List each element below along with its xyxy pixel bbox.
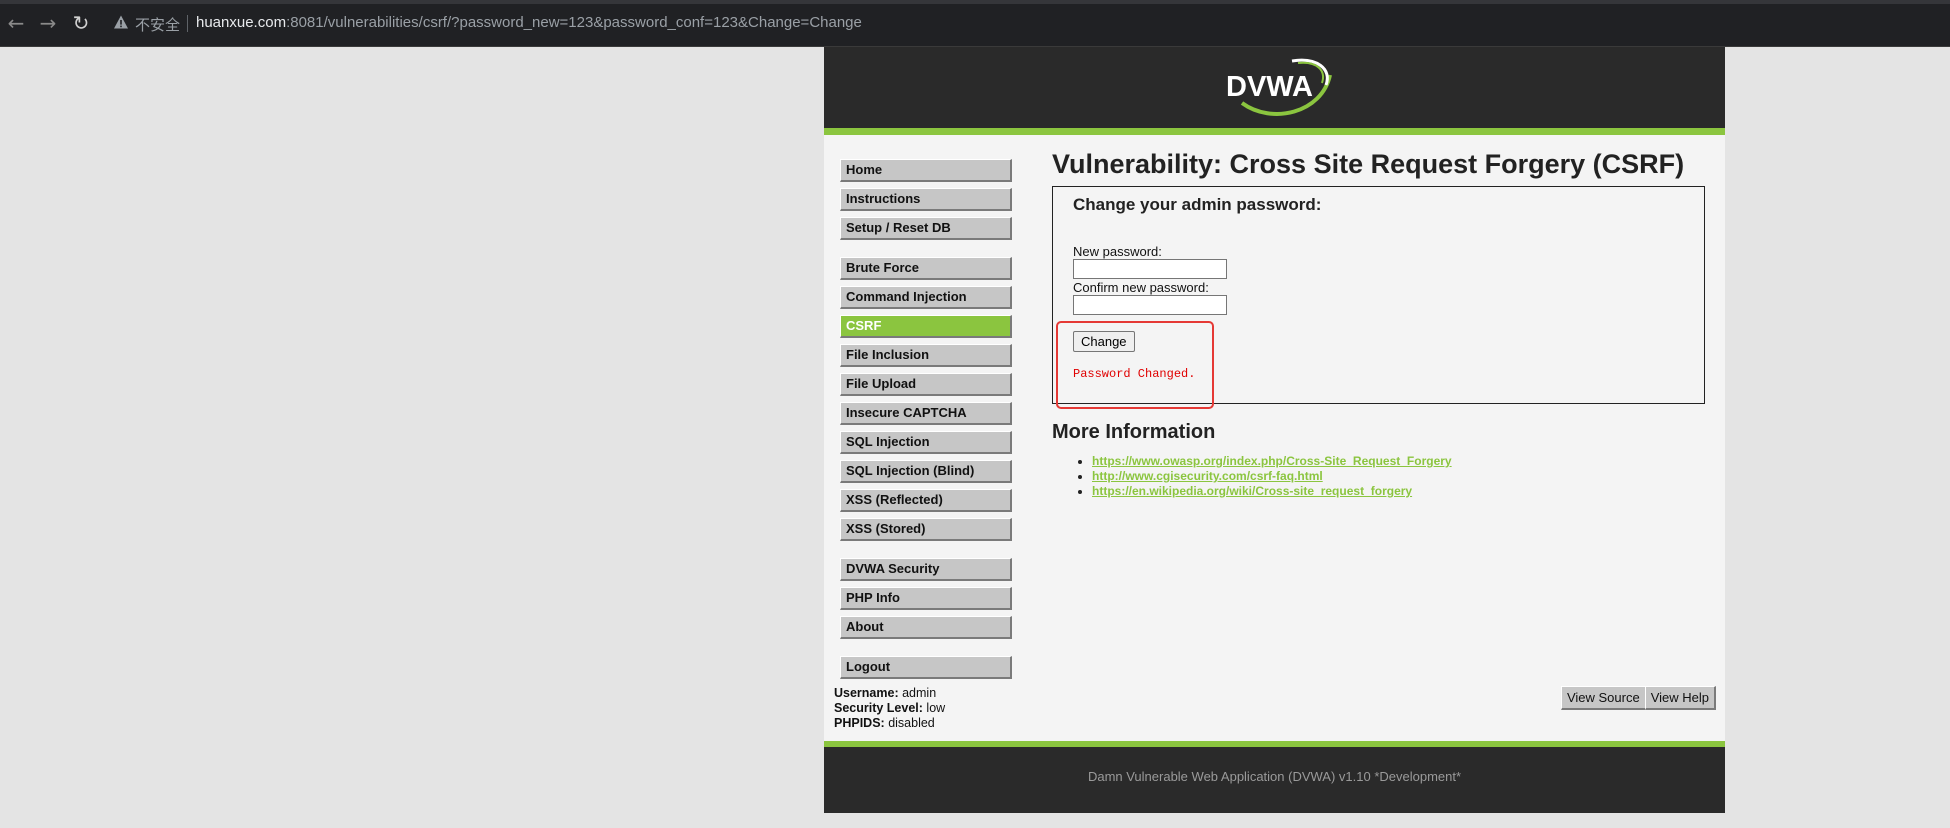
page-header: DVWA [824,47,1725,135]
view-help-button[interactable]: View Help [1644,686,1716,710]
page-footer: Damn Vulnerable Web Application (DVWA) v… [824,741,1725,813]
new-password-input[interactable] [1073,259,1227,279]
menu-item-command-injection[interactable]: Command Injection [840,286,1012,309]
tab-strip-edge [0,0,1950,4]
footer-text: Damn Vulnerable Web Application (DVWA) v… [1087,769,1462,784]
sidebar-menu: Home Instructions Setup / Reset DB Brute… [840,159,1012,696]
user-info: Username: admin Security Level: low PHPI… [834,686,945,731]
confirm-password-input[interactable] [1073,295,1227,315]
menu-item-xss-stored[interactable]: XSS (Stored) [840,518,1012,541]
dvwa-page: DVWA Home Instructions Setup / Reset DB … [824,47,1725,813]
highlight-annotation [1056,321,1214,409]
logo-text: DVWA [1226,71,1313,103]
footer-buttons: View Source View Help [1560,686,1716,710]
form-heading: Change your admin password: [1073,195,1322,214]
menu-group-settings: DVWA Security PHP Info About [840,558,1012,639]
list-item: https://en.wikipedia.org/wiki/Cross-site… [1092,484,1707,499]
menu-item-instructions[interactable]: Instructions [840,188,1012,211]
menu-item-dvwa-security[interactable]: DVWA Security [840,558,1012,581]
url-host: huanxue.com [196,14,287,31]
menu-item-setup[interactable]: Setup / Reset DB [840,217,1012,240]
username-row: Username: admin [834,686,945,701]
menu-item-php-info[interactable]: PHP Info [840,587,1012,610]
list-item: http://www.cgisecurity.com/csrf-faq.html [1092,469,1707,484]
list-item: https://www.owasp.org/index.php/Cross-Si… [1092,454,1707,469]
owasp-link[interactable]: https://www.owasp.org/index.php/Cross-Si… [1092,454,1452,468]
not-secure-label[interactable]: 不安全 [135,14,180,35]
forward-arrow-icon[interactable]: → [36,11,60,35]
security-level-value: low [926,701,946,715]
back-arrow-icon[interactable]: ← [4,11,28,35]
reload-icon[interactable]: ↻ [69,11,93,35]
warning-icon[interactable] [113,14,129,30]
security-level-row: Security Level: low [834,701,945,716]
username-label: Username: [834,686,899,700]
menu-item-sql-injection[interactable]: SQL Injection [840,431,1012,454]
new-password-label: New password: [1073,244,1162,259]
address-divider [187,15,188,32]
more-info-heading: More Information [1052,421,1216,443]
phpids-label: PHPIDS: [834,716,885,730]
menu-group-vulnerabilities: Brute Force Command Injection CSRF File … [840,257,1012,541]
menu-item-sql-injection-blind[interactable]: SQL Injection (Blind) [840,460,1012,483]
menu-item-brute-force[interactable]: Brute Force [840,257,1012,280]
menu-item-about[interactable]: About [840,616,1012,639]
url-text[interactable]: huanxue.com:8081/vulnerabilities/csrf/?p… [196,14,862,31]
confirm-password-label: Confirm new password: [1073,280,1209,295]
url-path: :8081/vulnerabilities/csrf/?password_new… [286,14,862,31]
phpids-row: PHPIDS: disabled [834,716,945,731]
menu-item-file-inclusion[interactable]: File Inclusion [840,344,1012,367]
menu-group-logout: Logout [840,656,1012,679]
more-info-links: https://www.owasp.org/index.php/Cross-Si… [1052,454,1707,499]
dvwa-logo: DVWA [1226,58,1332,116]
security-level-label: Security Level: [834,701,923,715]
menu-group-main: Home Instructions Setup / Reset DB [840,159,1012,240]
menu-item-file-upload[interactable]: File Upload [840,373,1012,396]
view-source-button[interactable]: View Source [1560,686,1647,710]
username-value: admin [902,686,937,700]
menu-item-csrf[interactable]: CSRF [840,315,1012,338]
menu-item-insecure-captcha[interactable]: Insecure CAPTCHA [840,402,1012,425]
cgisecurity-link[interactable]: http://www.cgisecurity.com/csrf-faq.html [1092,469,1323,483]
menu-item-logout[interactable]: Logout [840,656,1012,679]
address-bar[interactable]: 不安全 huanxue.com:8081/vulnerabilities/csr… [103,8,1943,38]
page-title: Vulnerability: Cross Site Request Forger… [1052,149,1685,179]
menu-item-home[interactable]: Home [840,159,1012,182]
menu-item-xss-reflected[interactable]: XSS (Reflected) [840,489,1012,512]
phpids-value: disabled [888,716,935,730]
browser-toolbar: ← → ↻ 不安全 huanxue.com:8081/vulnerabiliti… [0,0,1950,47]
wikipedia-link[interactable]: https://en.wikipedia.org/wiki/Cross-site… [1092,484,1412,498]
